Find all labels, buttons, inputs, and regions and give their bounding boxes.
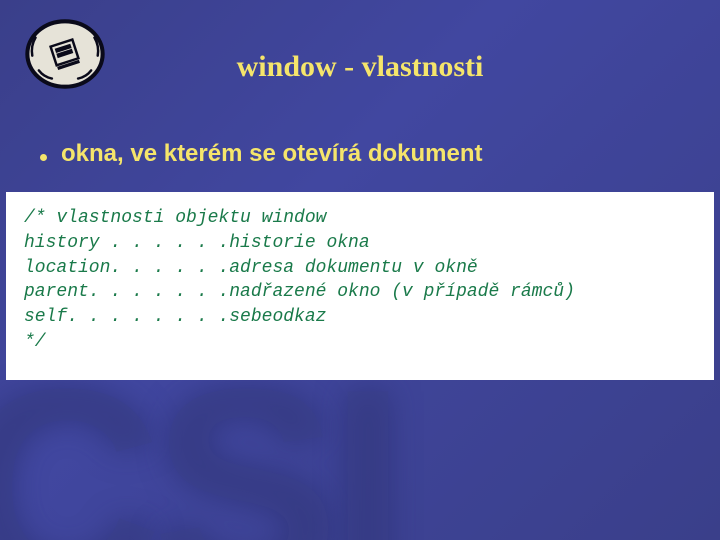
bullet-text: okna, ve kterém se otevírá dokument xyxy=(61,140,483,168)
background-watermark: CSI xyxy=(0,376,397,540)
slide-title: window - vlastnosti xyxy=(0,50,720,84)
bullet-dot-icon xyxy=(40,154,47,161)
code-block: /* vlastnosti objektu window history . .… xyxy=(6,192,714,380)
code-text: /* vlastnosti objektu window history . .… xyxy=(24,206,696,355)
bullet-item: okna, ve kterém se otevírá dokument xyxy=(40,140,690,168)
